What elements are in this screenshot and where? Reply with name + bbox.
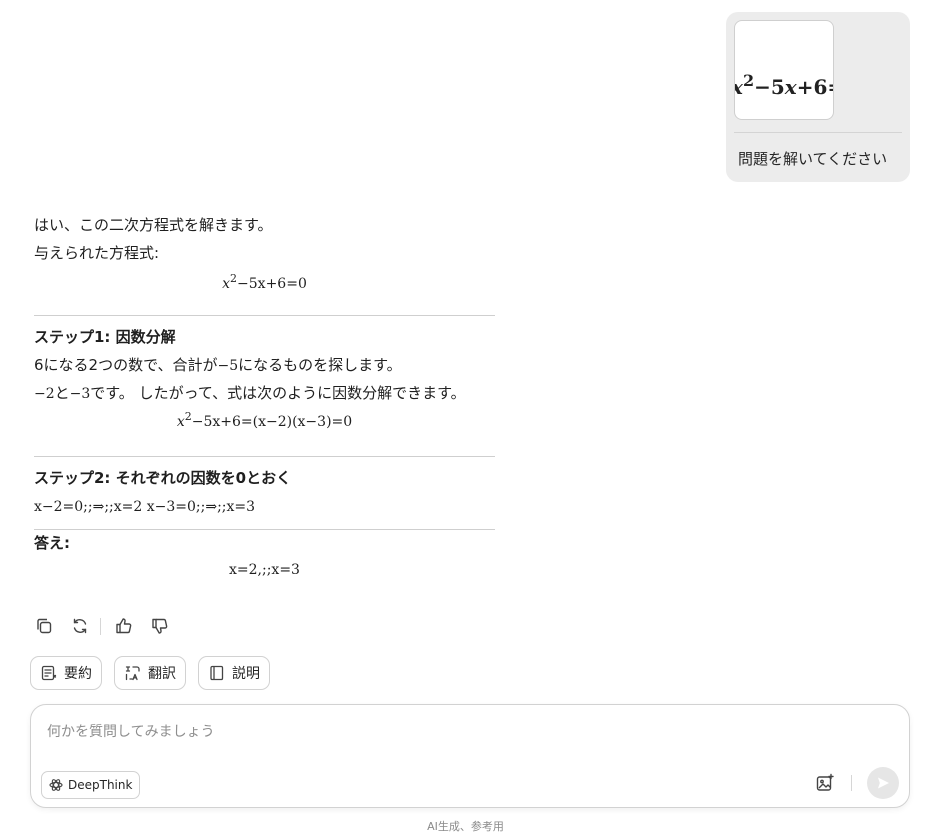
summary-button-label: 要約 bbox=[64, 666, 92, 682]
summary-button[interactable]: 要約 bbox=[30, 656, 102, 690]
thumbnail-equation: x2−5x+6= bbox=[735, 71, 833, 99]
deepthink-label: DeepThink bbox=[68, 778, 133, 792]
atom-icon bbox=[49, 779, 63, 791]
step1-line2: −2と−3です。 したがって、式は次のように因数分解できます。 bbox=[34, 384, 466, 402]
thumbs-down-icon[interactable] bbox=[150, 616, 170, 636]
section-divider bbox=[34, 456, 495, 457]
step2-expression: x−2=0;;⇒;;x=2 x−3=0;;⇒;;x=3 bbox=[34, 499, 256, 515]
message-input[interactable]: 何かを質問してみましょう bbox=[47, 721, 215, 741]
attached-image-thumbnail[interactable]: x2−5x+6= bbox=[734, 20, 834, 120]
final-answer-title: 答え: bbox=[34, 534, 70, 552]
translate-button[interactable]: 翻訳 bbox=[114, 656, 186, 690]
final-answer-expression: x=2,;;x=3 bbox=[229, 562, 300, 578]
step1-title: ステップ1: 因数分解 bbox=[34, 328, 176, 346]
given-equation: x2−5x+6=0 bbox=[222, 272, 307, 292]
factored-equation: x2−5x+6=(x−2)(x−3)=0 bbox=[176, 410, 353, 430]
deepthink-button[interactable]: DeepThink bbox=[41, 771, 141, 799]
send-icon bbox=[878, 777, 889, 789]
summary-icon bbox=[41, 665, 57, 681]
section-divider bbox=[34, 529, 495, 530]
explain-button-label: 説明 bbox=[232, 666, 260, 682]
input-separator bbox=[851, 775, 852, 791]
thumbs-up-icon[interactable] bbox=[114, 616, 134, 636]
copy-icon[interactable] bbox=[34, 616, 54, 636]
send-button[interactable] bbox=[867, 767, 899, 799]
user-message-bubble: x2−5x+6= 問題を解いてください bbox=[726, 12, 910, 182]
bubble-divider bbox=[734, 132, 902, 133]
explain-button[interactable]: 説明 bbox=[198, 656, 270, 690]
chat-page: x2−5x+6= 問題を解いてください はい、この二次方程式を解きます。 与えら… bbox=[0, 0, 931, 838]
image-upload-icon[interactable] bbox=[815, 773, 835, 793]
translate-button-label: 翻訳 bbox=[148, 666, 176, 682]
answer-intro: はい、この二次方程式を解きます。 bbox=[34, 216, 273, 234]
book-icon bbox=[210, 665, 224, 681]
regenerate-icon[interactable] bbox=[70, 616, 90, 636]
message-input-box[interactable]: 何かを質問してみましょう DeepThink bbox=[30, 704, 910, 808]
step2-title: ステップ2: それぞれの因数を0とおく bbox=[34, 469, 292, 487]
step1-line1: 6になる2つの数で、合計が−5になるものを探します。 bbox=[34, 356, 402, 374]
ai-disclaimer: AI生成、参考用 bbox=[427, 820, 504, 833]
user-message-text: 問題を解いてください bbox=[738, 150, 888, 168]
translate-icon bbox=[125, 666, 140, 681]
section-divider bbox=[34, 315, 495, 316]
actions-separator bbox=[100, 618, 101, 635]
given-equation-label: 与えられた方程式: bbox=[34, 244, 160, 262]
